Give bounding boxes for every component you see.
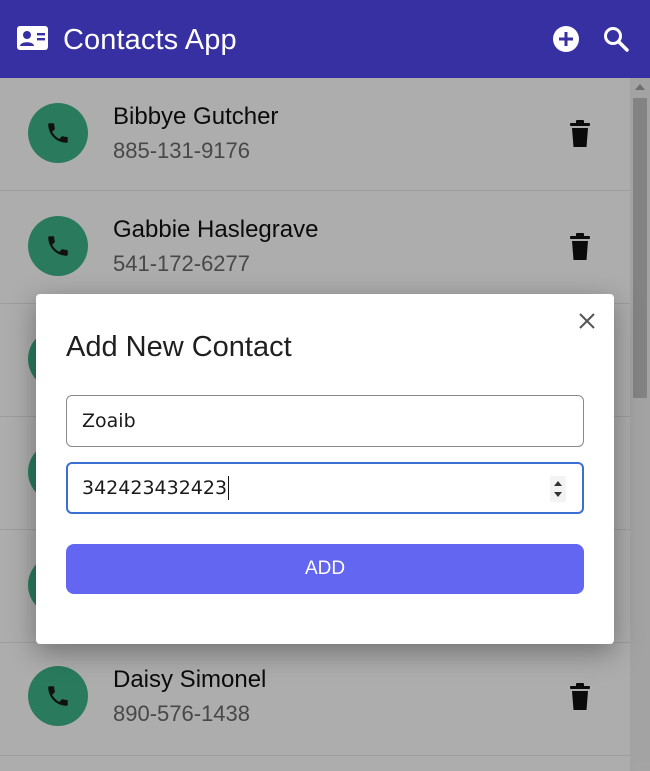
name-input[interactable]: Zoaib bbox=[66, 395, 584, 447]
number-spinner[interactable] bbox=[550, 476, 566, 502]
phone-input-value: 342423432423 bbox=[82, 477, 228, 499]
phone-input[interactable]: 342423432423 bbox=[66, 462, 584, 514]
app-header: Contacts App bbox=[0, 0, 650, 78]
modal-title: Add New Contact bbox=[66, 331, 292, 363]
name-input-value: Zoaib bbox=[82, 410, 136, 432]
search-icon[interactable] bbox=[602, 25, 630, 53]
add-contact-modal: Add New Contact Zoaib 342423432423 ADD bbox=[36, 294, 614, 644]
text-cursor bbox=[228, 476, 230, 500]
close-icon[interactable] bbox=[577, 311, 597, 331]
add-contact-button[interactable] bbox=[552, 25, 580, 53]
contacts-app: Contacts App Bibbye Gutcher 885-131-9176 bbox=[0, 0, 650, 771]
app-title: Contacts App bbox=[63, 24, 237, 56]
add-button[interactable]: ADD bbox=[66, 544, 584, 594]
contact-card-icon bbox=[17, 26, 48, 50]
